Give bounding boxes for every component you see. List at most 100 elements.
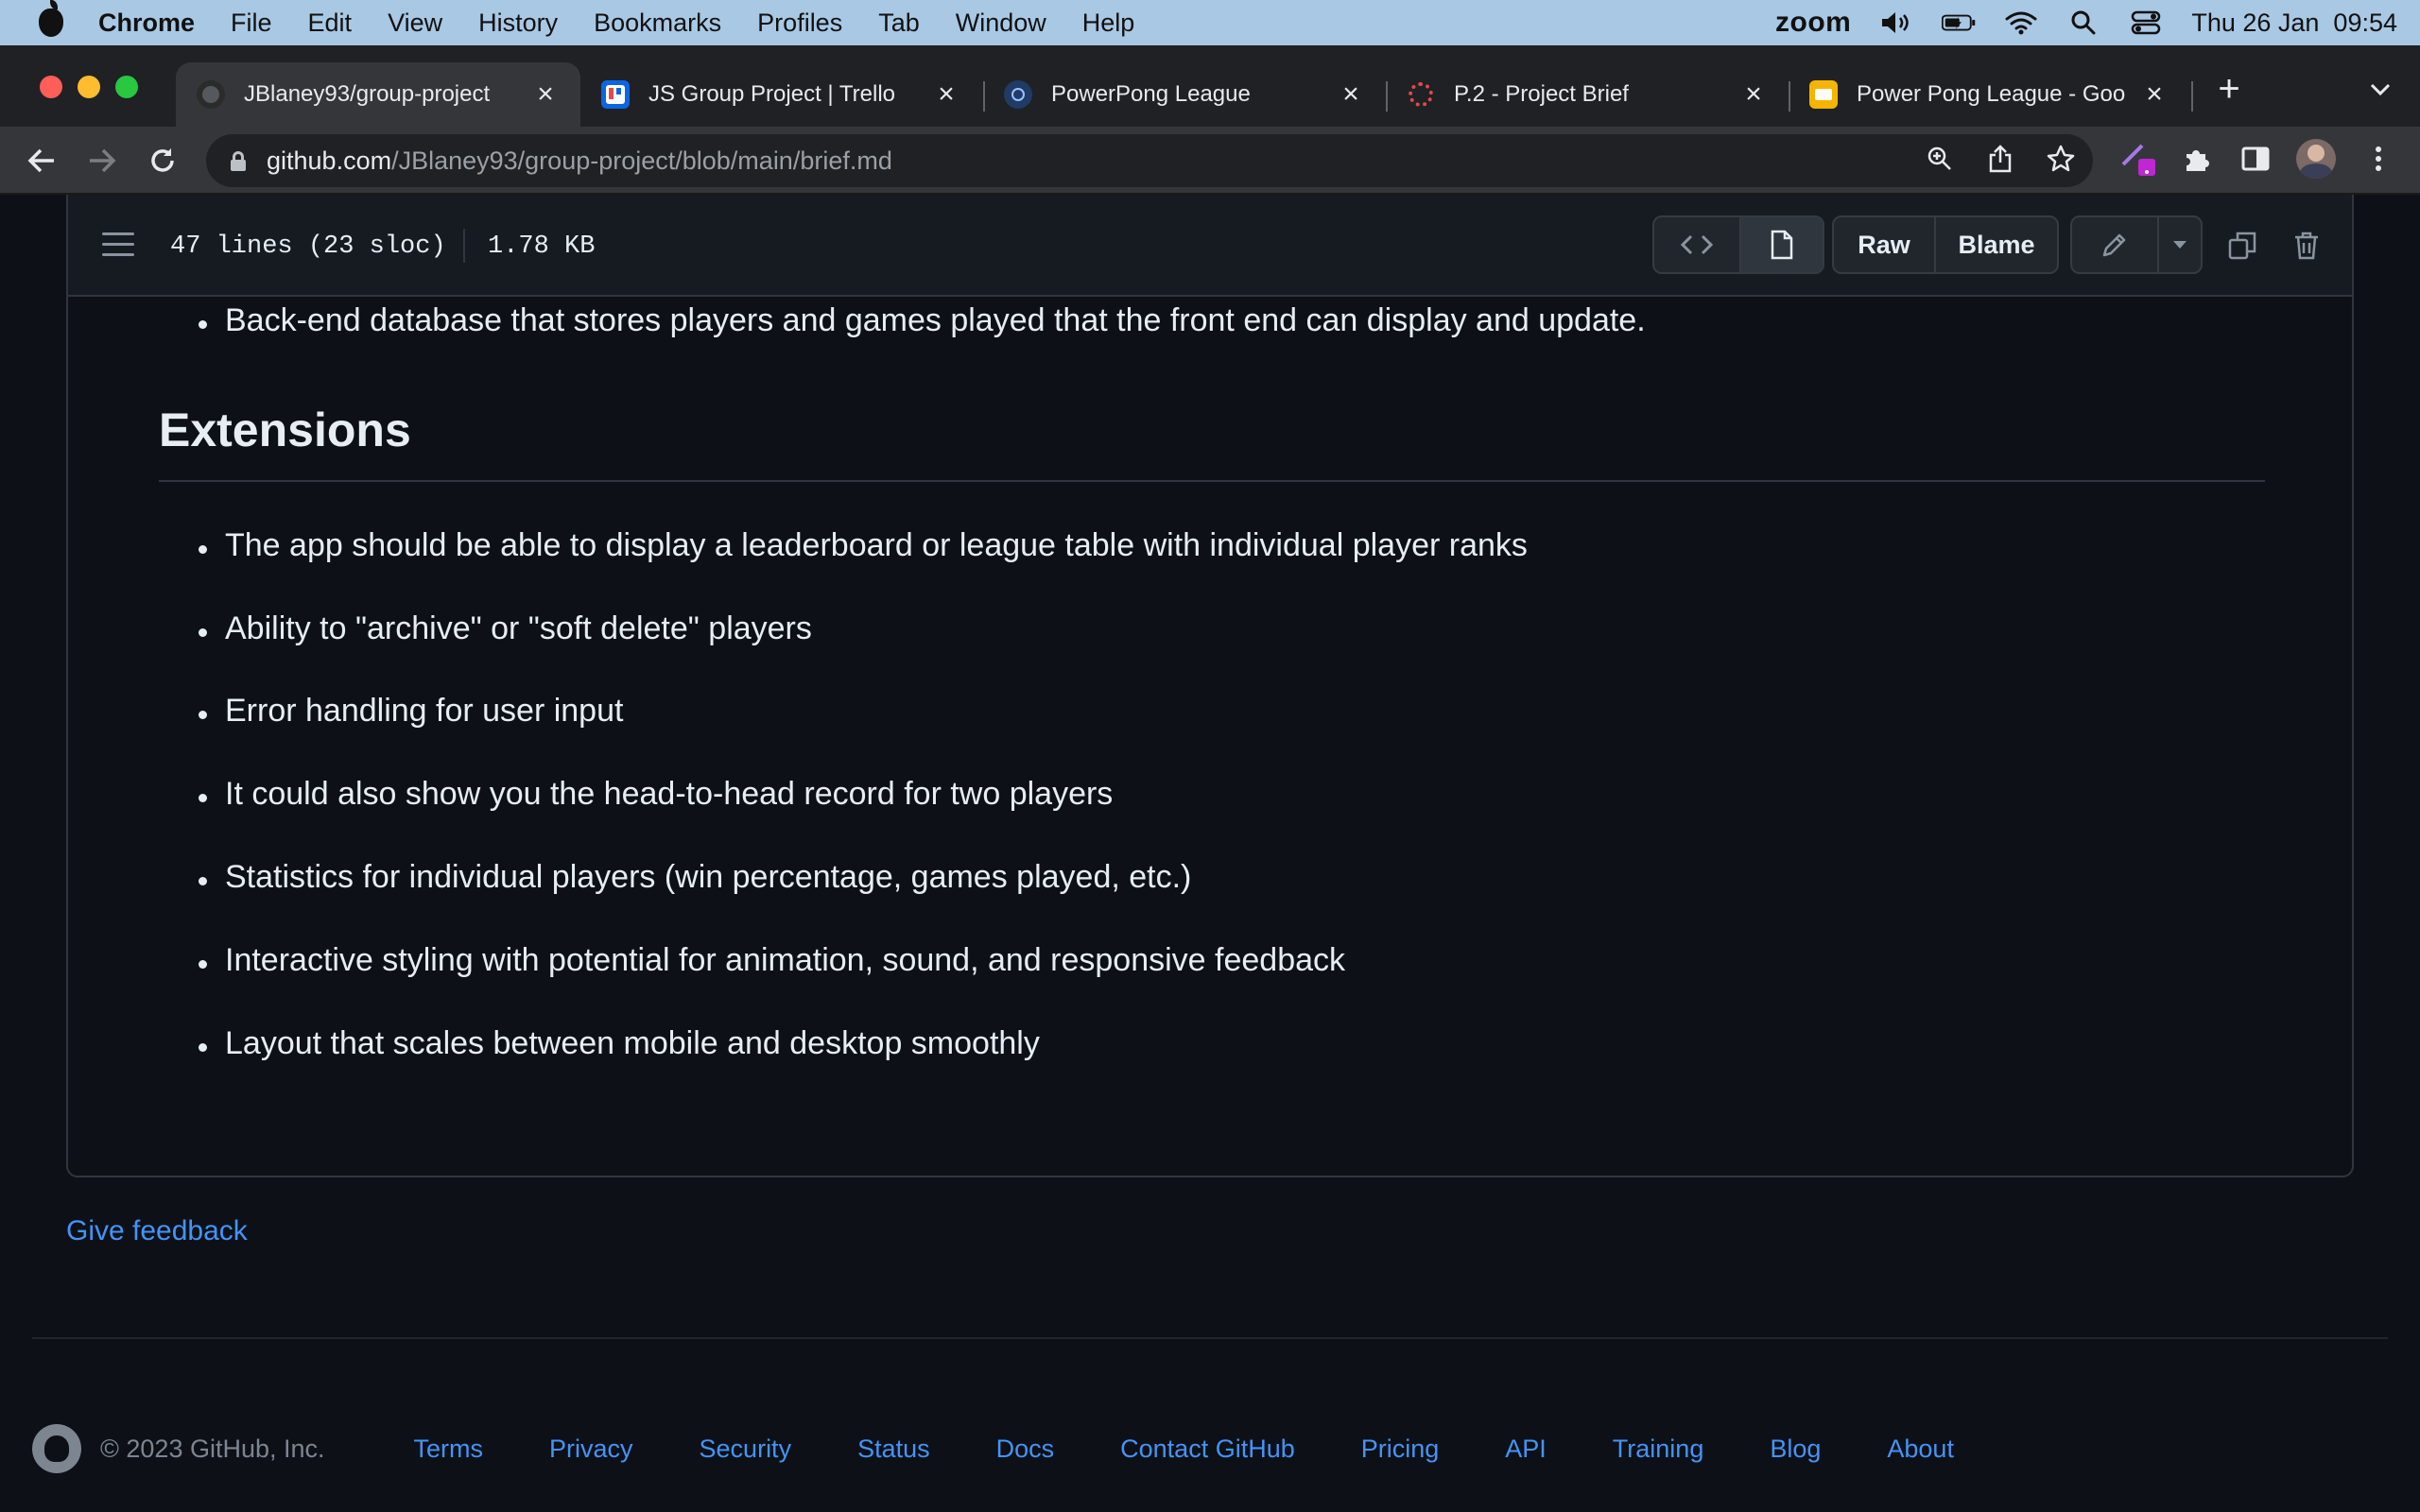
extensions-puzzle-icon[interactable] <box>2176 138 2218 180</box>
edit-pencil-icon[interactable] <box>2072 217 2157 272</box>
list-item: The app should be able to display a lead… <box>199 527 1528 563</box>
reload-icon[interactable] <box>142 140 183 181</box>
list-item: Interactive styling with potential for a… <box>198 942 1346 978</box>
copy-icon[interactable] <box>2223 227 2261 265</box>
footer-link-about[interactable]: About <box>1887 1435 1954 1464</box>
minimize-window-button[interactable] <box>78 76 100 98</box>
side-panel-icon[interactable] <box>2235 138 2276 180</box>
forward-arrow-icon[interactable] <box>81 140 123 181</box>
close-window-button[interactable] <box>40 76 62 98</box>
back-arrow-icon[interactable] <box>21 140 62 181</box>
menubar-clock[interactable]: Thu 26 Jan 09:54 <box>2191 9 2397 38</box>
share-icon[interactable] <box>1979 138 2021 180</box>
url-path: /JBlaney93/group-project/blob/main/brief… <box>391 146 892 175</box>
chrome-menu-kebab-icon[interactable] <box>2358 138 2399 180</box>
list-item: Back-end database that stores players an… <box>199 302 1646 338</box>
chrome-tab-strip: JBlaney93/group-project × JS Group Proje… <box>0 45 2420 127</box>
battery-icon[interactable] <box>1942 9 1976 36</box>
menu-help[interactable]: Help <box>1064 0 1153 45</box>
bookmark-star-icon[interactable] <box>2040 138 2082 180</box>
close-tab-icon[interactable]: × <box>531 78 560 110</box>
footer-link-api[interactable]: API <box>1505 1435 1547 1464</box>
outline-list-icon[interactable] <box>102 232 134 259</box>
trello-icon <box>601 80 630 109</box>
footer-link-contact[interactable]: Contact GitHub <box>1120 1435 1295 1464</box>
delete-trash-icon[interactable] <box>2288 227 2325 265</box>
heading-divider <box>159 480 2265 482</box>
view-mode-toggle <box>1652 215 1824 274</box>
tab-title: Power Pong League - Goo <box>1857 81 2126 107</box>
heading-extensions: Extensions <box>159 404 411 456</box>
footer-link-status[interactable]: Status <box>857 1435 930 1464</box>
menu-file[interactable]: File <box>213 0 290 45</box>
extension-pen-icon[interactable] <box>2118 138 2159 180</box>
codeclan-icon <box>1407 80 1435 109</box>
maximize-window-button[interactable] <box>115 76 138 98</box>
menu-view[interactable]: View <box>370 0 460 45</box>
zoom-magnifier-icon[interactable] <box>1919 138 1961 180</box>
tab-powerpong[interactable]: PowerPong League × <box>983 62 1386 127</box>
file-header: 47 lines (23 sloc) 1.78 KB Raw Blame <box>68 195 2352 297</box>
raw-blame-group: Raw Blame <box>1832 215 2059 274</box>
tab-project-brief[interactable]: P.2 - Project Brief × <box>1386 62 1789 127</box>
spotlight-search-icon[interactable] <box>2066 9 2100 36</box>
tab-separator <box>2191 81 2193 112</box>
zoom-status-icon[interactable]: zoom <box>1775 7 1851 39</box>
close-tab-icon[interactable]: × <box>1739 78 1768 110</box>
tab-google-slides[interactable]: Power Pong League - Goo × <box>1789 62 2189 127</box>
close-tab-icon[interactable]: × <box>932 78 960 110</box>
footer-link-blog[interactable]: Blog <box>1770 1435 1821 1464</box>
menu-tab[interactable]: Tab <box>860 0 938 45</box>
menu-window[interactable]: Window <box>938 0 1064 45</box>
preview-file-icon[interactable] <box>1739 217 1823 272</box>
menu-app-chrome[interactable]: Chrome <box>78 0 213 45</box>
give-feedback-link[interactable]: Give feedback <box>66 1215 248 1247</box>
tab-search-chevron-icon[interactable] <box>2363 76 2397 104</box>
footer-link-training[interactable]: Training <box>1613 1435 1704 1464</box>
macos-menu-bar: Chrome File Edit View History Bookmarks … <box>0 0 2420 45</box>
file-line-count: 47 lines (23 sloc) <box>170 232 446 261</box>
raw-button[interactable]: Raw <box>1834 217 1934 272</box>
file-size: 1.78 KB <box>488 232 596 261</box>
menu-profiles[interactable]: Profiles <box>739 0 860 45</box>
list-item: Ability to "archive" or "soft delete" pl… <box>199 610 812 646</box>
slides-icon <box>1809 80 1838 109</box>
profile-avatar[interactable] <box>2295 138 2337 180</box>
menu-bookmarks[interactable]: Bookmarks <box>576 0 739 45</box>
meta-divider <box>463 229 465 263</box>
list-item: It could also show you the head-to-head … <box>198 776 1114 812</box>
address-bar[interactable]: github.com/JBlaney93/group-project/blob/… <box>206 134 2093 187</box>
tab-trello[interactable]: JS Group Project | Trello × <box>580 62 981 127</box>
footer-link-privacy[interactable]: Privacy <box>549 1435 633 1464</box>
github-logo-icon[interactable] <box>32 1424 81 1473</box>
github-icon <box>197 80 225 109</box>
menu-history[interactable]: History <box>460 0 576 45</box>
volume-icon[interactable] <box>1879 9 1913 36</box>
footer-link-docs[interactable]: Docs <box>996 1435 1055 1464</box>
footer-divider <box>32 1337 2388 1339</box>
code-view-button[interactable] <box>1654 217 1739 272</box>
footer-link-pricing[interactable]: Pricing <box>1361 1435 1440 1464</box>
chrome-toolbar: github.com/JBlaney93/group-project/blob/… <box>0 127 2420 195</box>
file-view-box: 47 lines (23 sloc) 1.78 KB Raw Blame Bac… <box>66 195 2354 1177</box>
new-tab-icon[interactable]: + <box>2210 68 2248 110</box>
close-tab-icon[interactable]: × <box>2140 78 2169 110</box>
tab-github[interactable]: JBlaney93/group-project × <box>176 62 580 127</box>
wifi-icon[interactable] <box>2004 9 2038 36</box>
close-tab-icon[interactable]: × <box>1337 78 1365 110</box>
menu-edit[interactable]: Edit <box>290 0 371 45</box>
footer-link-security[interactable]: Security <box>700 1435 792 1464</box>
list-item: Error handling for user input <box>198 693 624 729</box>
lock-icon[interactable] <box>231 151 246 171</box>
footer-link-terms[interactable]: Terms <box>414 1435 484 1464</box>
edit-group <box>2070 215 2203 274</box>
site-footer: © 2023 GitHub, Inc. Terms Privacy Securi… <box>32 1422 2020 1475</box>
edit-dropdown-caret-icon[interactable] <box>2157 217 2201 272</box>
url-host: github.com <box>267 146 392 175</box>
list-item: Statistics for individual players (win p… <box>198 859 1192 895</box>
control-center-icon[interactable] <box>2129 9 2163 36</box>
blame-button[interactable]: Blame <box>1934 217 2057 272</box>
apple-menu-icon[interactable] <box>25 0 78 45</box>
tab-title: PowerPong League <box>1051 81 1251 107</box>
list-item: Layout that scales between mobile and de… <box>199 1025 1040 1061</box>
